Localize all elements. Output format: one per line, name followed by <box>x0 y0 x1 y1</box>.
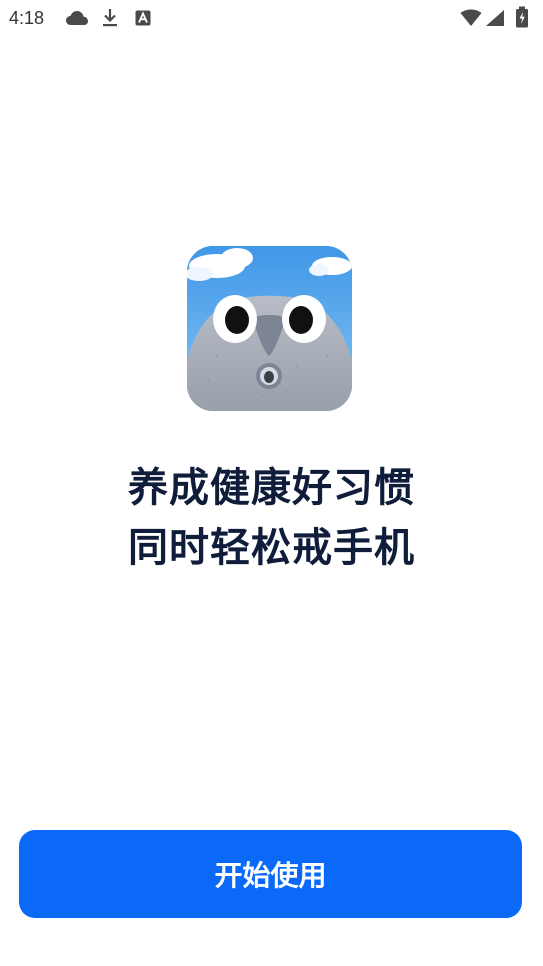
cellular-signal-icon <box>486 10 504 26</box>
app-logo-icon <box>187 246 352 411</box>
headline-line-2: 同时轻松戒手机 <box>128 525 415 571</box>
cloud-icon <box>66 11 88 25</box>
battery-charging-icon <box>516 6 528 28</box>
headline-line-1: 养成健康好习惯 <box>128 465 415 511</box>
download-icon <box>103 9 117 27</box>
text-a-icon <box>135 10 151 26</box>
wifi-icon <box>460 9 482 26</box>
status-bar: 4:18 <box>0 0 543 36</box>
start-button[interactable]: 开始使用 <box>19 830 522 918</box>
headline: 养成健康好习惯 同时轻松戒手机 <box>0 458 543 578</box>
status-time: 4:18 <box>9 8 45 28</box>
